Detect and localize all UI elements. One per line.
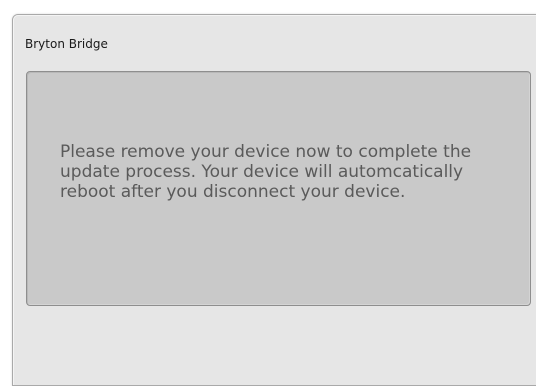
message-panel: Please remove your device now to complet…: [26, 71, 531, 306]
message-text: Please remove your device now to complet…: [60, 142, 472, 202]
window-title: Bryton Bridge: [25, 37, 108, 51]
